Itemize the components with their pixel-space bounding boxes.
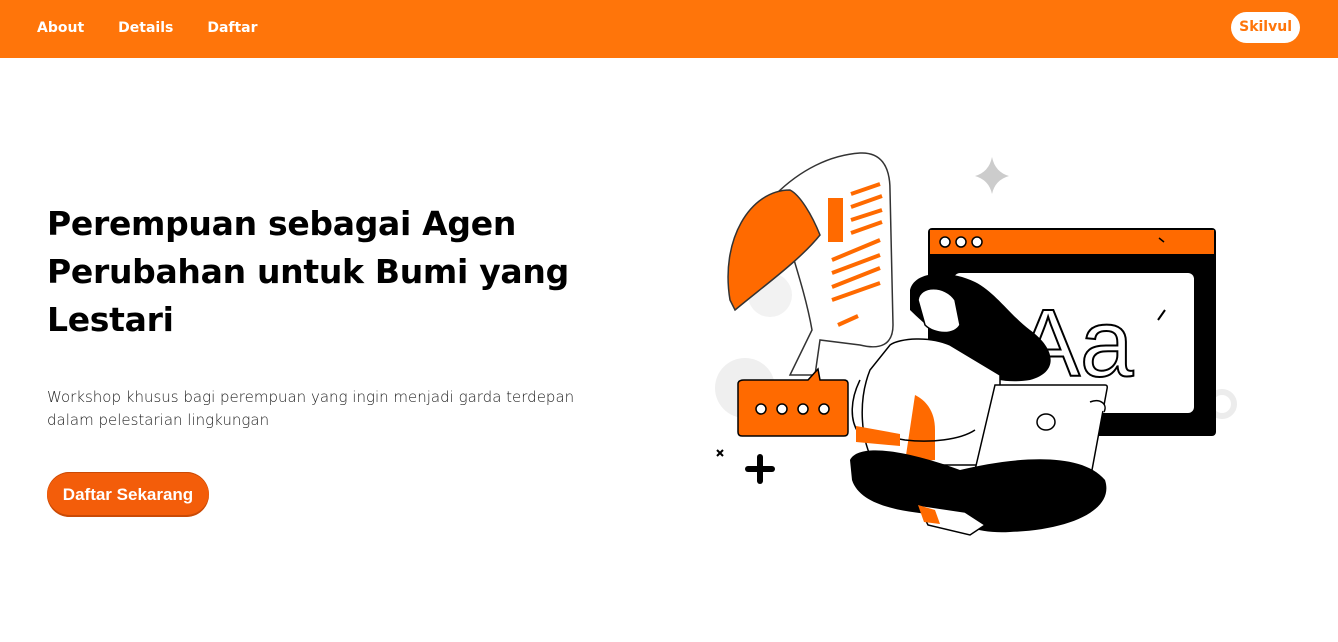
- nav-links: About Details Daftar: [37, 19, 292, 37]
- hero-subtitle: Workshop khusus bagi perempuan yang ingi…: [47, 388, 575, 429]
- daftar-sekarang-button[interactable]: Daftar Sekarang: [47, 472, 209, 517]
- hero-illustration: Aa: [715, 152, 1237, 536]
- plus-icon: [745, 454, 775, 484]
- nav-link-about[interactable]: About: [37, 19, 84, 37]
- chat-dot-1: [755, 403, 767, 415]
- top-navbar: About Details Daftar Skilvul: [0, 0, 1338, 58]
- window-dot-3: [971, 236, 983, 248]
- sparkle-icon: [975, 157, 1009, 194]
- laptop: [974, 384, 1108, 471]
- window-dot-2: [955, 236, 967, 248]
- hero-title: Perempuan sebagai Agen Perubahan untuk B…: [47, 204, 569, 339]
- chat-dot-3: [797, 403, 809, 415]
- skilvul-logo[interactable]: Skilvul: [1231, 12, 1300, 43]
- nav-link-daftar[interactable]: Daftar: [207, 19, 257, 37]
- nav-link-details[interactable]: Details: [118, 19, 173, 37]
- x-mark-icon: [716, 449, 724, 457]
- window-dot-1: [939, 236, 951, 248]
- chat-dot-4: [818, 403, 830, 415]
- chat-dot-2: [776, 403, 788, 415]
